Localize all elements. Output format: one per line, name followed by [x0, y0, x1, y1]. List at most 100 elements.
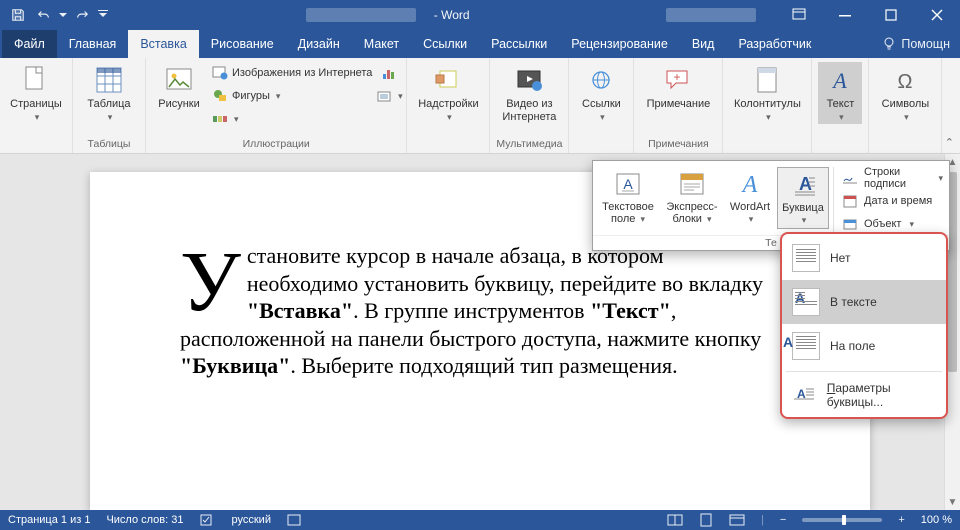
tab-mailings[interactable]: Рассылки — [479, 30, 559, 58]
link-icon — [585, 64, 617, 96]
spellcheck-icon[interactable] — [200, 513, 216, 527]
smartart-icon — [212, 111, 228, 127]
online-pictures-button[interactable]: Изображения из Интернета — [210, 62, 374, 84]
group-symbols: Ω Символы▾ — [869, 58, 942, 153]
screenshot-icon — [376, 88, 392, 104]
illustrations-small-buttons: Изображения из Интернета Фигуры▾ ▾ — [210, 62, 374, 130]
text-button[interactable]: A Текст▾ — [818, 62, 862, 124]
quickparts-button[interactable]: Экспресс-блоки ▾ — [661, 167, 723, 227]
picture-icon — [163, 64, 195, 96]
ribbon-options-icon[interactable] — [776, 0, 822, 30]
wordart-icon: A — [734, 169, 766, 199]
dropcap-option-intext[interactable]: A В тексте — [782, 280, 946, 324]
tab-review[interactable]: Рецензирование — [559, 30, 680, 58]
group-illustrations-label: Иллюстрации — [243, 137, 310, 151]
dropcap-option-none[interactable]: Нет — [782, 236, 946, 280]
zoom-level[interactable]: 100 % — [921, 514, 952, 526]
group-comments-label: Примечания — [648, 137, 709, 151]
document-name-blur — [306, 8, 416, 22]
textbox-icon: A — [612, 169, 644, 199]
omega-icon: Ω — [889, 64, 921, 96]
quickparts-icon — [676, 169, 708, 199]
close-icon[interactable] — [914, 0, 960, 30]
save-icon[interactable] — [6, 3, 30, 27]
video-icon — [513, 64, 545, 96]
group-addins: Надстройки▾ — [407, 58, 490, 153]
view-printlayout-icon[interactable] — [699, 513, 713, 527]
addins-button[interactable]: Надстройки▾ — [413, 62, 483, 124]
dropcap-submenu: Нет A В тексте A На поле A Параметры бук… — [780, 232, 948, 419]
pages-button[interactable]: Страницы▾ — [6, 62, 66, 124]
group-media-label: Мультимедиа — [496, 137, 562, 151]
links-button[interactable]: Ссылки▾ — [575, 62, 627, 124]
tab-design[interactable]: Дизайн — [286, 30, 352, 58]
wordart-button[interactable]: A WordArt▾ — [725, 167, 775, 227]
tab-references[interactable]: Ссылки — [411, 30, 479, 58]
smartart-button[interactable]: ▾ — [210, 108, 374, 130]
signature-line-button[interactable]: Строки подписи▾ — [840, 167, 945, 189]
tab-draw[interactable]: Рисование — [199, 30, 286, 58]
textbox-button[interactable]: A Текстовое поле ▾ — [597, 167, 659, 227]
tell-me[interactable]: Помощн — [873, 30, 960, 58]
dropcap-inmargin-icon: A — [792, 332, 820, 360]
dropcap-button[interactable]: A Буквица▾ — [777, 167, 829, 229]
object-icon — [842, 216, 858, 232]
dropcap-icon: A — [787, 170, 819, 200]
online-video-button[interactable]: Видео из Интернета — [496, 62, 562, 124]
addins-icon — [432, 64, 464, 96]
undo-icon[interactable] — [32, 3, 56, 27]
online-pictures-icon — [212, 65, 228, 81]
headerfooter-icon — [751, 64, 783, 96]
minimize-icon[interactable] — [822, 0, 868, 30]
zoom-out-icon[interactable]: − — [780, 514, 786, 526]
ribbon-collapse-icon[interactable]: ⌃ — [945, 136, 954, 149]
illustrations-extra: ▾ — [378, 62, 400, 107]
datetime-button[interactable]: Дата и время — [840, 190, 945, 212]
chart-button[interactable] — [378, 62, 400, 84]
window-controls — [776, 0, 960, 30]
view-readmode-icon[interactable] — [667, 514, 683, 526]
account-blur — [666, 8, 756, 22]
tab-layout[interactable]: Макет — [352, 30, 411, 58]
dropcap-options[interactable]: A Параметры буквицы... — [782, 375, 946, 415]
zoom-in-icon[interactable]: + — [898, 514, 904, 526]
pictures-button[interactable]: Рисунки — [152, 62, 206, 124]
group-tables: Таблица▾ Таблицы — [73, 58, 146, 153]
dropcap-option-inmargin[interactable]: A На поле — [782, 324, 946, 368]
tab-view[interactable]: Вид — [680, 30, 727, 58]
group-headerfooter: Колонтитулы▾ — [723, 58, 812, 153]
title-bar: - Word — [0, 0, 960, 30]
ribbon: Страницы▾ Таблица▾ Таблицы Рисунки Изобр… — [0, 58, 960, 154]
accessibility-icon[interactable] — [287, 513, 301, 527]
symbols-button[interactable]: Ω Символы▾ — [875, 62, 935, 124]
zoom-slider[interactable] — [802, 518, 882, 522]
maximize-icon[interactable] — [868, 0, 914, 30]
group-links: Ссылки▾ — [569, 58, 634, 153]
undo-dropdown-icon[interactable] — [58, 3, 68, 27]
svg-text:+: + — [674, 70, 681, 84]
table-button[interactable]: Таблица▾ — [79, 62, 139, 124]
redo-icon[interactable] — [70, 3, 94, 27]
group-comments: + Примечание Примечания — [634, 58, 723, 153]
tab-file[interactable]: Файл — [2, 30, 57, 58]
tab-developer[interactable]: Разработчик — [726, 30, 823, 58]
ribbon-tabs: Файл Главная Вставка Рисование Дизайн Ма… — [0, 30, 960, 58]
tab-insert[interactable]: Вставка — [128, 30, 198, 58]
qat-customize-icon[interactable] — [96, 3, 110, 27]
group-pages: Страницы▾ — [0, 58, 73, 153]
status-language[interactable]: русский — [232, 514, 271, 526]
chart-icon — [381, 65, 397, 81]
lightbulb-icon — [883, 37, 895, 51]
calendar-icon — [842, 193, 858, 209]
view-weblayout-icon[interactable] — [729, 514, 745, 526]
shapes-button[interactable]: Фигуры▾ — [210, 85, 374, 107]
tab-home[interactable]: Главная — [57, 30, 129, 58]
svg-text:Ω: Ω — [898, 71, 913, 92]
status-words[interactable]: Число слов: 31 — [106, 514, 183, 526]
status-page[interactable]: Страница 1 из 1 — [8, 514, 90, 526]
screenshot-button[interactable]: ▾ — [378, 85, 400, 107]
dropcap-none-icon — [792, 244, 820, 272]
comment-button[interactable]: + Примечание — [640, 62, 716, 124]
scroll-down-icon[interactable]: ▼ — [945, 494, 960, 510]
headerfooter-button[interactable]: Колонтитулы▾ — [729, 62, 805, 124]
